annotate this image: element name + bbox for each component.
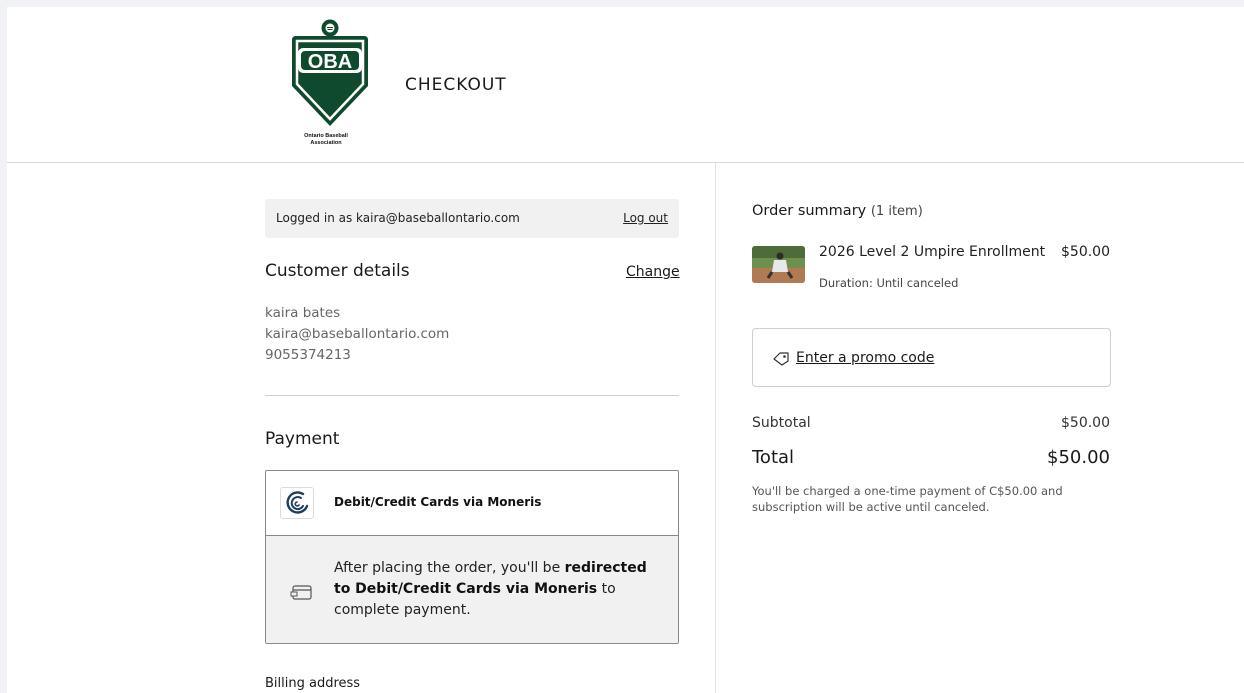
oba-logo[interactable]: OBA Ontario Baseball Association <box>286 18 378 154</box>
change-customer-link[interactable]: Change <box>626 264 680 280</box>
moneris-logo-icon <box>280 487 314 519</box>
billing-address-heading: Billing address <box>265 676 361 691</box>
order-summary-title: Order summary <box>752 203 867 219</box>
item-name: 2026 Level 2 Umpire Enrollment <box>819 244 1046 260</box>
column-divider <box>715 163 716 693</box>
logo-text: OBA <box>308 51 352 73</box>
item-thumbnail <box>752 246 805 283</box>
total-value: $50.00 <box>1047 447 1110 468</box>
logo-caption: Ontario Baseball Association <box>286 133 366 147</box>
payment-method-name: Debit/Credit Cards via Moneris <box>334 495 542 509</box>
customer-name: kaira bates <box>265 305 341 321</box>
section-divider <box>265 395 679 396</box>
total-label: Total <box>752 447 795 468</box>
order-item-count: (1 item) <box>870 204 923 219</box>
header-divider <box>7 162 1244 163</box>
enter-promo-code-link[interactable]: Enter a promo code <box>796 350 934 366</box>
item-duration: Duration: Until canceled <box>819 276 959 290</box>
item-price: $50.00 <box>1061 244 1110 260</box>
payment-method-option[interactable]: Debit/Credit Cards via Moneris <box>266 471 678 536</box>
redirect-message-text: After placing the order, you'll be <box>334 560 565 576</box>
logo-caption-line1: Ontario Baseball <box>304 133 348 139</box>
frame-left-strip <box>0 0 7 693</box>
login-status-bar: Logged in as kaira@baseballontario.com L… <box>265 199 679 238</box>
subtotal-label: Subtotal <box>752 415 811 431</box>
subtotal-value: $50.00 <box>1061 415 1110 431</box>
payment-redirect-info: After placing the order, you'll be redir… <box>266 536 678 643</box>
charge-note: You'll be charged a one-time payment of … <box>752 484 1063 514</box>
logout-link[interactable]: Log out <box>623 211 668 225</box>
promo-code-box[interactable]: Enter a promo code <box>752 328 1111 387</box>
order-summary-heading: Order summary (1 item) <box>752 203 923 219</box>
customer-details-heading: Customer details <box>265 261 410 281</box>
card-icon <box>290 584 314 606</box>
logged-in-text: Logged in as kaira@baseballontario.com <box>276 211 520 225</box>
frame-top-strip <box>0 0 1244 7</box>
payment-method-box: Debit/Credit Cards via Moneris After pla… <box>265 470 679 644</box>
logo-caption-line2: Association <box>310 140 342 146</box>
customer-email: kaira@baseballontario.com <box>265 326 450 342</box>
payment-redirect-message: After placing the order, you'll be redir… <box>334 558 654 621</box>
tag-icon <box>773 351 789 370</box>
payment-heading: Payment <box>265 429 340 449</box>
customer-phone: 9055374213 <box>265 347 351 363</box>
page-title: CHECKOUT <box>405 75 507 95</box>
